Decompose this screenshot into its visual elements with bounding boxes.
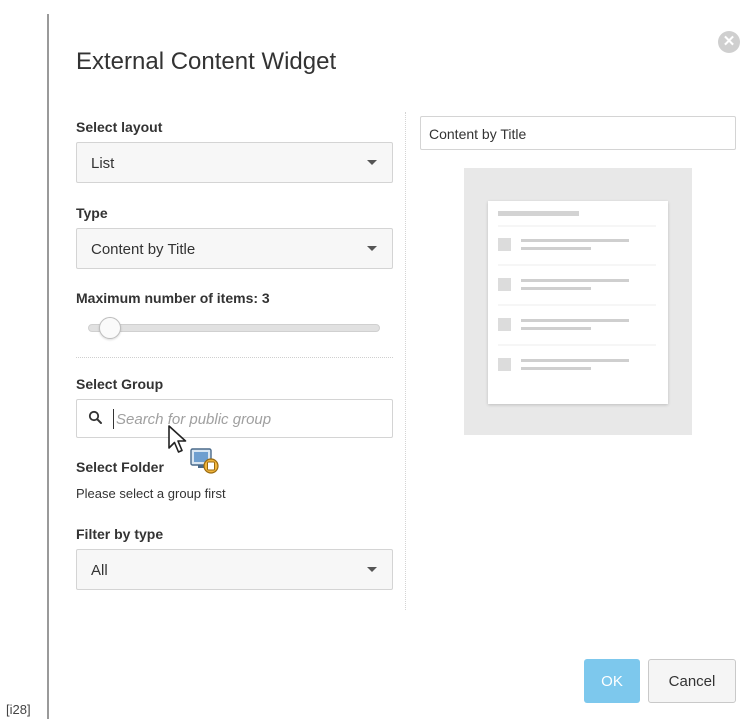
close-icon: ✕ — [722, 33, 736, 50]
group-search-box[interactable] — [76, 399, 393, 438]
dialog-title: External Content Widget — [76, 48, 337, 75]
text-caret — [113, 409, 114, 429]
max-items-slider-track[interactable] — [88, 324, 380, 332]
select-group-label: Select Group — [76, 376, 164, 392]
select-layout-label: Select layout — [76, 119, 163, 135]
group-search-input[interactable] — [116, 406, 376, 432]
max-items-label: Maximum number of items: 3 — [76, 290, 270, 306]
preview-list-item — [498, 358, 629, 371]
type-label: Type — [76, 205, 108, 221]
type-select-value: Content by Title — [91, 241, 196, 258]
preview-list-item — [498, 278, 656, 306]
chevron-down-icon — [367, 246, 377, 251]
search-icon — [88, 410, 102, 424]
filter-type-value: All — [91, 562, 108, 579]
select-folder-label: Select Folder — [76, 459, 164, 475]
widget-title-input[interactable]: Content by Title — [420, 116, 736, 150]
section-divider — [76, 357, 393, 358]
layout-preview-card — [488, 201, 668, 404]
max-items-slider-thumb[interactable] — [99, 317, 121, 339]
preview-list-item — [498, 318, 656, 346]
list-layout-illustration — [498, 211, 656, 371]
ok-button[interactable]: OK — [584, 659, 640, 703]
screen: [i28] ✕ External Content Widget Select l… — [0, 0, 748, 722]
chevron-down-icon — [367, 567, 377, 572]
type-select[interactable]: Content by Title — [76, 228, 393, 269]
close-button[interactable]: ✕ — [718, 31, 740, 53]
chevron-down-icon — [367, 160, 377, 165]
filter-type-select[interactable]: All — [76, 549, 393, 590]
mouse-pointer-icon — [168, 425, 187, 453]
preview-list-item — [498, 238, 656, 266]
column-divider — [405, 112, 406, 610]
layout-select[interactable]: List — [76, 142, 393, 183]
loading-busy-icon — [190, 448, 219, 474]
select-folder-hint: Please select a group first — [76, 486, 226, 501]
layout-select-value: List — [91, 155, 115, 172]
filter-by-type-label: Filter by type — [76, 526, 164, 542]
cancel-button[interactable]: Cancel — [648, 659, 736, 703]
corner-label: [i28] — [6, 702, 31, 717]
